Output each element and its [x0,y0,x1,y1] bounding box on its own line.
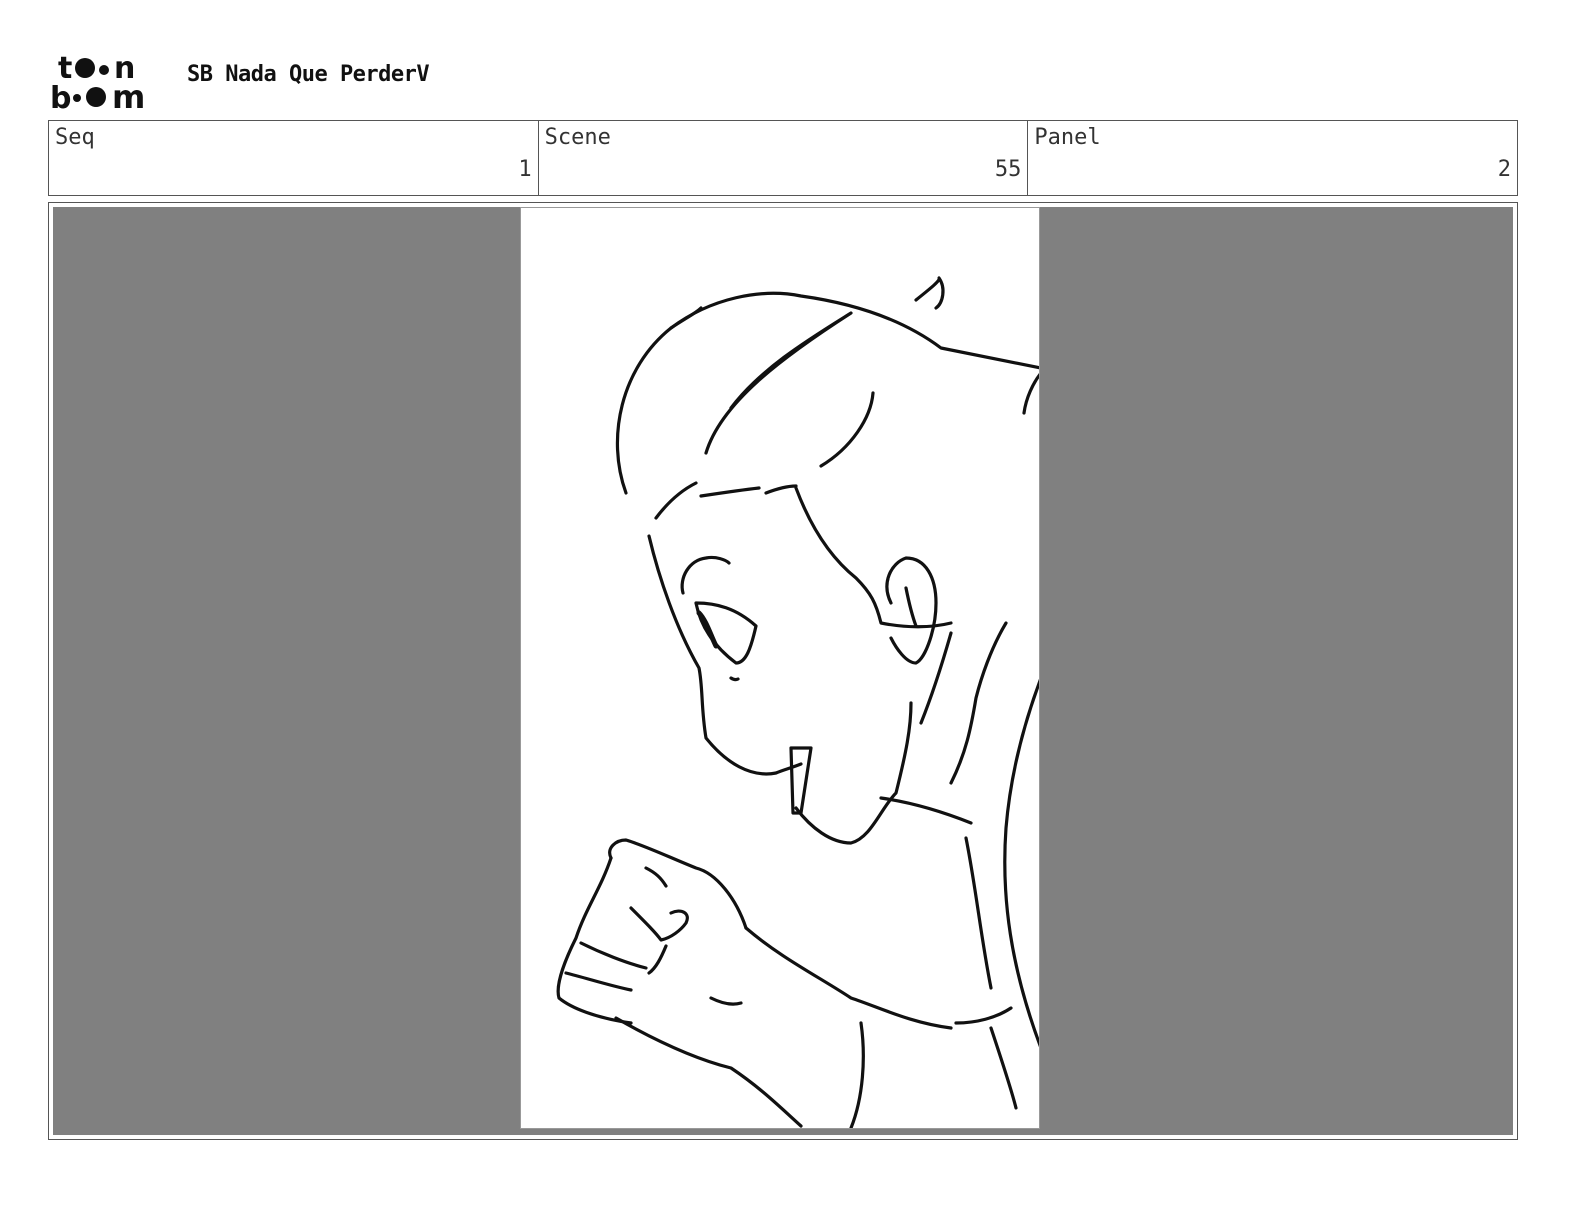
scene-cell: Scene 55 [539,121,1029,195]
panel-frame [48,202,1518,1140]
body-line [964,836,993,990]
panel-cell: Panel 2 [1028,121,1517,195]
neck [919,631,953,725]
svg-text:m: m [112,78,145,112]
seq-cell: Seq 1 [49,121,539,195]
hair-fringe [654,481,798,520]
fist-outline [608,838,748,930]
hair-strand [704,311,853,455]
fist-finger-1 [644,866,668,888]
scene-label: Scene [544,125,611,150]
hair-strand-2 [819,391,875,468]
fist-knuckle [556,856,633,1025]
fist-thumb [647,944,668,975]
eye [694,601,758,665]
ear-inner [904,586,918,628]
forearm-bottom [614,1016,803,1128]
seq-label: Seq [55,125,95,150]
panel-label: Panel [1034,125,1101,150]
hair-tip-left [669,306,703,330]
fist-finger-2 [629,906,689,942]
neck-back [949,621,1008,785]
storyboard-drawing [520,207,1040,1129]
svg-text:b: b [50,81,71,112]
jaw-line [794,701,913,845]
mouth [789,746,813,815]
project-title: SB Nada Que PerderV [187,62,430,87]
back-line [1003,678,1039,1048]
back-hair [1022,373,1039,415]
info-strip: Seq 1 Scene 55 Panel 2 [48,120,1518,196]
toon-boom-logo: t n b m [50,51,145,112]
eyebrow [680,555,731,595]
arm-line [954,1006,1013,1025]
arm-lower [989,1026,1018,1110]
shoulder [879,796,973,825]
cheek-line [794,486,953,629]
fist-finger-3 [579,941,648,970]
panel-value: 2 [1497,157,1512,182]
forearm-top [744,926,953,1030]
scene-value: 55 [994,157,1022,182]
character-sketch [556,276,1039,1128]
fist-finger-4 [564,971,633,992]
pupil [696,610,719,649]
forearm-crease [709,996,743,1006]
elbow [849,1021,865,1128]
seq-value: 1 [518,157,532,182]
hair-tip-top [914,276,945,310]
nose-dot [729,676,740,682]
